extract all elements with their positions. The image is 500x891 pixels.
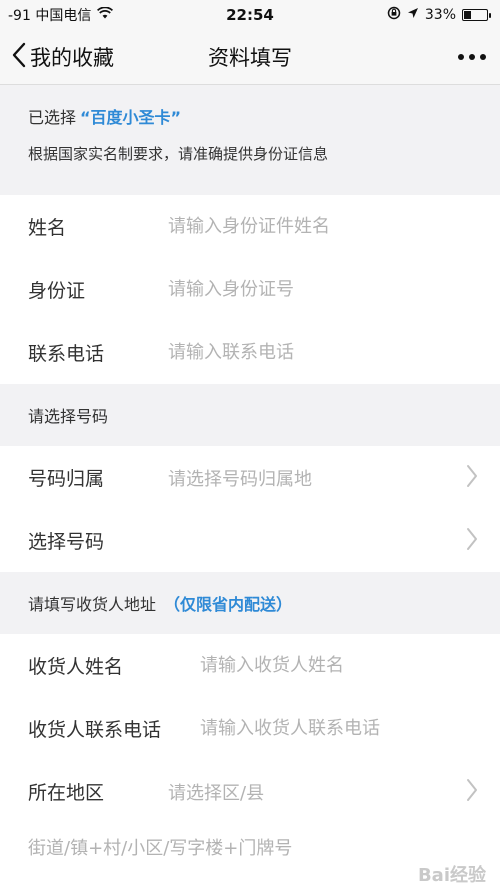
- wifi-icon: [97, 6, 114, 23]
- area-label: 所在地区: [28, 782, 105, 804]
- address-section-title: 请填写收货人地址: [28, 595, 157, 614]
- page-title: 资料填写: [208, 46, 292, 70]
- name-label: 姓名: [28, 217, 67, 239]
- number-section-header: 请选择号码: [0, 384, 500, 446]
- selected-info-section: 已选择 “百度小圣卡” 根据国家实名制要求，请准确提供身份证信息: [0, 85, 500, 195]
- battery-icon: [462, 9, 491, 21]
- status-left: -91 中国电信: [8, 5, 114, 25]
- nav-bar: 我的收藏 资料填写: [0, 30, 500, 85]
- battery-percent: 33%: [424, 7, 456, 23]
- id-row: 身份证: [0, 258, 500, 321]
- receiver-name-label: 收货人姓名: [28, 656, 124, 678]
- back-label: 我的收藏: [30, 46, 114, 70]
- id-number-input[interactable]: [168, 279, 472, 300]
- choose-number-row[interactable]: 选择号码: [0, 509, 500, 572]
- receiver-phone-input[interactable]: [200, 718, 472, 739]
- selected-item: “百度小圣卡”: [80, 108, 182, 127]
- area-row[interactable]: 所在地区 请选择区/县: [0, 760, 500, 823]
- status-right: 33%: [387, 6, 491, 24]
- choose-number-label: 选择号码: [28, 531, 105, 553]
- phone-label: 联系电话: [28, 343, 105, 365]
- name-input[interactable]: [168, 216, 472, 237]
- watermark: Bai经验: [417, 865, 486, 886]
- more-dot-icon: [469, 54, 475, 60]
- phone-row: 联系电话: [0, 321, 500, 384]
- rotation-lock-icon: [387, 6, 401, 24]
- realname-notice: 根据国家实名制要求，请准确提供身份证信息: [28, 145, 329, 163]
- chevron-left-icon: [12, 42, 26, 73]
- id-label: 身份证: [28, 280, 86, 302]
- chevron-right-icon: [466, 778, 478, 806]
- number-region-label: 号码归属: [28, 468, 105, 490]
- address-section-header: 请填写收货人地址 （仅限省内配送）: [0, 572, 500, 634]
- carrier-text: -91 中国电信: [8, 8, 92, 24]
- status-time: 22:54: [226, 6, 274, 24]
- receiver-phone-label: 收货人联系电话: [28, 719, 162, 741]
- receiver-name-input[interactable]: [200, 655, 472, 676]
- more-dot-icon: [458, 54, 464, 60]
- receiver-phone-row: 收货人联系电话: [0, 697, 500, 760]
- name-row: 姓名: [0, 195, 500, 258]
- number-region-select[interactable]: 请选择号码归属地: [168, 465, 472, 491]
- address-section-note: （仅限省内配送）: [164, 595, 293, 614]
- location-icon: [407, 7, 419, 23]
- phone-input[interactable]: [168, 342, 472, 363]
- battery-fill: [464, 11, 472, 19]
- number-region-row[interactable]: 号码归属 请选择号码归属地: [0, 446, 500, 509]
- more-button[interactable]: [458, 54, 486, 60]
- area-select[interactable]: 请选择区/县: [168, 779, 472, 805]
- chevron-right-icon: [466, 464, 478, 492]
- chevron-right-icon: [466, 527, 478, 555]
- selected-prefix: 已选择: [28, 108, 77, 127]
- receiver-name-row: 收货人姓名: [0, 634, 500, 697]
- more-dot-icon: [480, 54, 486, 60]
- back-button[interactable]: 我的收藏: [12, 42, 114, 73]
- number-section-title: 请选择号码: [28, 407, 109, 426]
- status-bar: -91 中国电信 22:54 33%: [0, 0, 500, 30]
- selected-line: 已选择 “百度小圣卡”: [28, 99, 472, 133]
